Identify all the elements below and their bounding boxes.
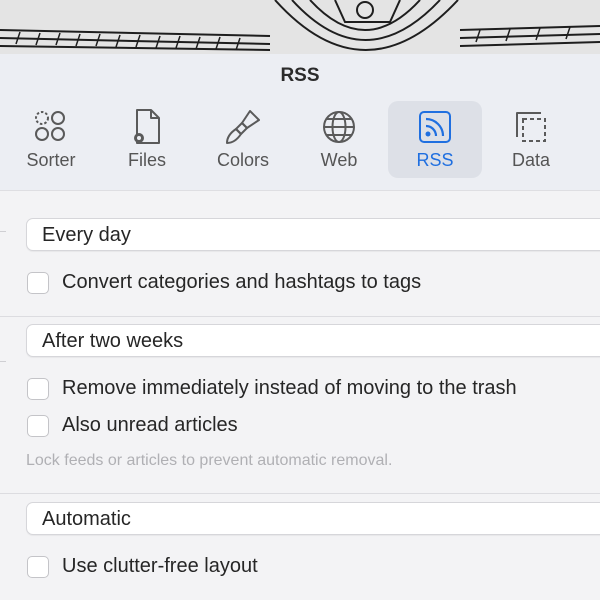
refresh-frequency-value: Every day — [42, 224, 131, 246]
lock-hint-text: Lock feeds or articles to prevent automa… — [26, 452, 393, 469]
data-icon — [516, 112, 546, 142]
preferences-window: RSS Sorter Files Colors Web RSS Data Eve… — [0, 54, 600, 600]
clutter-free-checkbox[interactable] — [27, 556, 49, 578]
tab-web-label: Web — [320, 150, 358, 170]
tab-files[interactable]: Files — [100, 101, 194, 178]
removal-period-popup[interactable]: After two weeks — [26, 324, 600, 357]
rss-icon — [419, 111, 451, 143]
tab-colors-label: Colors — [216, 150, 269, 170]
convert-tags-checkbox[interactable] — [27, 272, 49, 294]
window-title: RSS — [280, 65, 320, 86]
clutter-free-label: Use clutter-free layout — [62, 555, 258, 577]
removal-period-value: After two weeks — [42, 330, 184, 352]
tab-data-label: Data — [511, 150, 551, 170]
tab-colors[interactable]: Colors — [196, 101, 290, 178]
edge-mark — [0, 361, 6, 362]
colors-icon — [226, 110, 260, 144]
web-icon — [323, 111, 355, 143]
also-unread-label: Also unread articles — [62, 414, 238, 436]
convert-tags-row[interactable]: Convert categories and hashtags to tags — [27, 271, 600, 295]
tab-files-label: Files — [127, 150, 166, 170]
convert-tags-label: Convert categories and hashtags to tags — [62, 271, 422, 293]
wallpaper-sketch — [0, 0, 600, 54]
refresh-frequency-popup[interactable]: Every day — [26, 218, 600, 251]
sorter-icon — [35, 111, 65, 141]
preferences-toolbar: RSS Sorter Files Colors Web RSS Data — [0, 54, 600, 191]
remove-immediately-row[interactable]: Remove immediately instead of moving to … — [27, 377, 600, 401]
files-icon — [134, 109, 160, 144]
desktop-wallpaper — [0, 0, 600, 54]
tab-rss[interactable]: RSS — [388, 101, 482, 178]
clutter-free-row[interactable]: Use clutter-free layout — [27, 555, 600, 579]
section-divider — [0, 316, 600, 317]
also-unread-checkbox[interactable] — [27, 415, 49, 437]
edge-mark — [0, 231, 6, 232]
also-unread-row[interactable]: Also unread articles — [27, 414, 600, 438]
layout-mode-value: Automatic — [42, 508, 131, 530]
tab-sorter[interactable]: Sorter — [4, 101, 98, 178]
tab-web[interactable]: Web — [292, 101, 386, 178]
tab-sorter-label: Sorter — [26, 150, 76, 170]
remove-immediately-label: Remove immediately instead of moving to … — [62, 377, 517, 399]
layout-mode-popup[interactable]: Automatic — [26, 502, 600, 535]
remove-immediately-checkbox[interactable] — [27, 378, 49, 400]
rss-settings-pane: Every day Convert categories and hashtag… — [0, 191, 600, 600]
tab-data[interactable]: Data — [484, 101, 578, 178]
section-divider — [0, 493, 600, 494]
tab-rss-label: RSS — [416, 150, 454, 170]
